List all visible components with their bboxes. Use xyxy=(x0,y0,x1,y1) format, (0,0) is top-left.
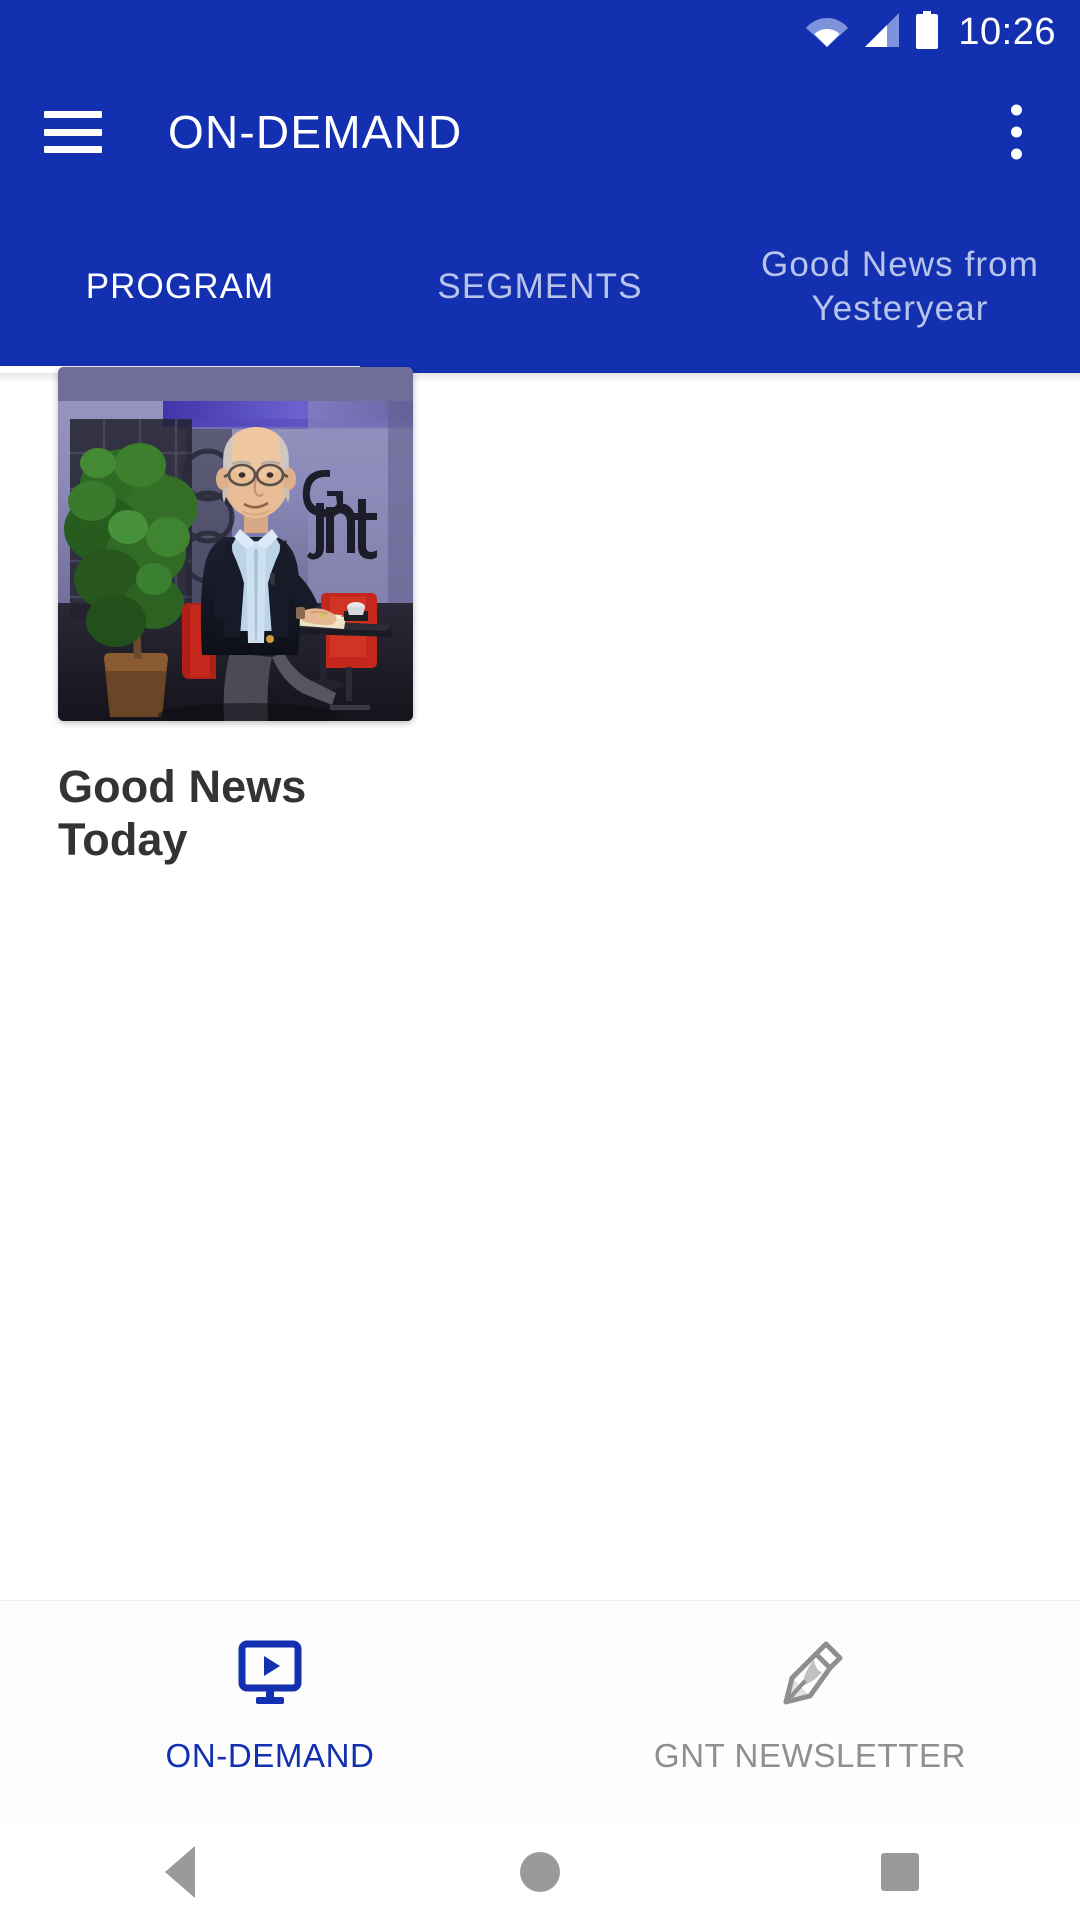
video-monitor-play-icon xyxy=(234,1637,306,1711)
bottom-nav-item-gnt-newsletter[interactable]: GNT NEWSLETTER xyxy=(540,1601,1080,1824)
android-home-button[interactable] xyxy=(360,1852,720,1892)
app-header: 10:26 ON-DEMAND PROGRAM SEGMENTS Good Ne… xyxy=(0,0,1080,373)
thumbnail-artwork xyxy=(58,367,413,721)
back-triangle-icon xyxy=(165,1846,195,1898)
pen-nib-icon xyxy=(774,1637,846,1711)
status-bar: 10:26 xyxy=(0,0,1080,64)
program-thumbnail[interactable] xyxy=(58,367,413,721)
bottom-navigation: ON-DEMAND GNT NEWSLETTER xyxy=(0,1600,1080,1824)
tab-bar: PROGRAM SEGMENTS Good News from Yesterye… xyxy=(0,200,1080,373)
program-card-title: Good News Today xyxy=(58,761,307,865)
battery-icon xyxy=(914,10,940,54)
tab-segments-label: SEGMENTS xyxy=(437,266,643,306)
android-navigation-bar xyxy=(0,1824,1080,1920)
tab-good-news-from-yesteryear-label: Good News from Yesteryear xyxy=(761,244,1039,328)
program-card[interactable]: Good News Today xyxy=(58,367,418,866)
android-recents-button[interactable] xyxy=(720,1853,1080,1891)
bottom-nav-label-on-demand: ON-DEMAND xyxy=(165,1736,375,1774)
cellular-signal-icon xyxy=(861,12,901,52)
bottom-nav-item-on-demand[interactable]: ON-DEMAND xyxy=(0,1601,540,1824)
more-vertical-icon[interactable] xyxy=(1001,95,1032,170)
hamburger-menu-icon[interactable] xyxy=(44,111,102,153)
tab-good-news-from-yesteryear[interactable]: Good News from Yesteryear xyxy=(720,200,1080,373)
bottom-nav-label-gnt-newsletter: GNT NEWSLETTER xyxy=(653,1736,967,1774)
page-title: ON-DEMAND xyxy=(168,106,463,158)
wifi-icon xyxy=(806,13,849,52)
recents-square-icon xyxy=(881,1853,919,1891)
tab-segments[interactable]: SEGMENTS xyxy=(360,200,720,373)
app-bar: ON-DEMAND xyxy=(0,64,1080,200)
android-back-button[interactable] xyxy=(0,1846,360,1898)
app-root: 10:26 ON-DEMAND PROGRAM SEGMENTS Good Ne… xyxy=(0,0,1080,1920)
tab-program[interactable]: PROGRAM xyxy=(0,200,360,373)
tab-program-label: PROGRAM xyxy=(85,266,275,306)
status-bar-clock: 10:26 xyxy=(958,11,1056,53)
home-circle-icon xyxy=(520,1852,560,1892)
content-area: Good News Today xyxy=(0,367,1080,1600)
status-bar-icons xyxy=(806,10,940,54)
